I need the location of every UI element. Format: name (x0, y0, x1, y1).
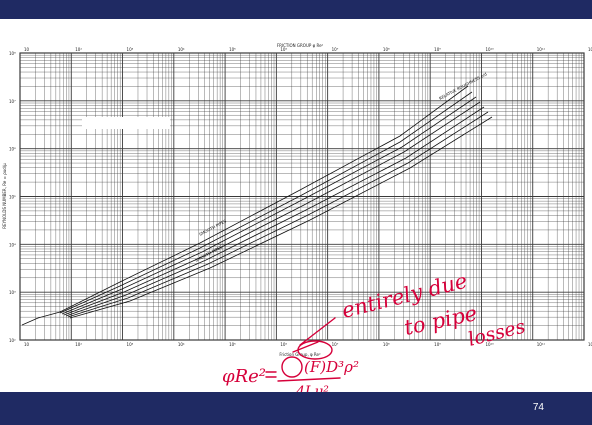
slide-bottom-bar: 74 (0, 392, 592, 425)
ink-formula-left: φRe² (222, 366, 266, 387)
ink-circle-f (281, 356, 303, 378)
handwritten-annotation: entirely due to pipe losses φRe² (F)D³ρ²… (0, 0, 592, 400)
page-number: 74 (532, 402, 544, 413)
ink-formula-num: (F)D³ρ² (304, 358, 359, 376)
ink-equals (265, 371, 277, 378)
ink-fraction-bar (277, 377, 341, 382)
ink-formula-den: 4Lμ² (295, 384, 329, 392)
